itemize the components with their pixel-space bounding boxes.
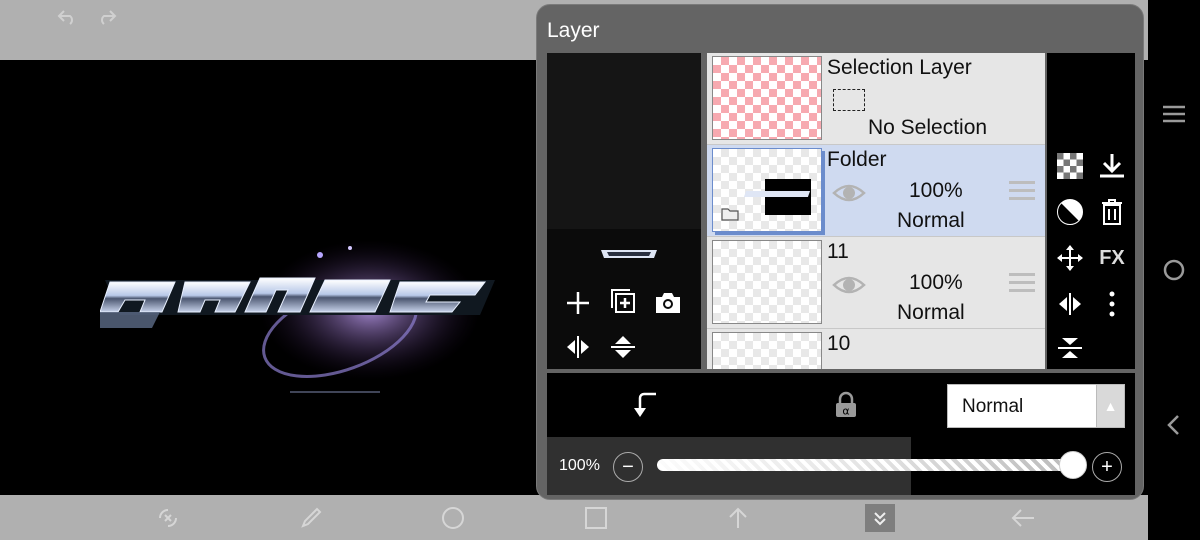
transform-icon[interactable] (153, 504, 183, 532)
redo-icon[interactable] (94, 8, 120, 30)
layer-preview-area (547, 53, 701, 369)
opacity-bar: 100% − + (547, 437, 1135, 495)
layer-panel: Layer Selection Layer No Selection Folde… (536, 4, 1144, 500)
layer-row-folder[interactable]: Folder 100% Normal (707, 145, 1045, 237)
flip-vertical-icon[interactable] (607, 331, 639, 363)
selection-status: No Selection (868, 116, 988, 139)
alpha-lock-icon[interactable]: α (829, 388, 863, 422)
layer-opacity: 100% (909, 179, 963, 202)
flip-icon[interactable] (1053, 287, 1087, 321)
increase-opacity-button[interactable]: + (1092, 452, 1122, 482)
svg-text:α: α (842, 405, 849, 418)
layer-thumbnail (712, 148, 822, 232)
visibility-eye-icon[interactable] (831, 181, 867, 205)
checker-icon[interactable] (1053, 149, 1087, 183)
arrow-up-icon[interactable] (723, 504, 753, 532)
trash-icon[interactable] (1095, 195, 1129, 229)
layer-blend-mode: Normal (897, 301, 965, 324)
mask-icon[interactable] (1053, 195, 1087, 229)
blend-mode-select[interactable]: Normal ▲ (947, 384, 1125, 428)
layer-opacity: 100% (909, 271, 963, 294)
collapse-icon[interactable] (865, 504, 895, 532)
opacity-slider-knob[interactable] (1059, 451, 1087, 479)
download-icon[interactable] (1095, 149, 1129, 183)
bottom-toolbar (0, 495, 1148, 540)
layer-name: 10 (827, 332, 851, 355)
blend-mode-value: Normal (962, 396, 1024, 417)
selection-marquee-icon (833, 89, 865, 111)
brush-icon[interactable] (296, 504, 326, 532)
square-icon[interactable] (581, 504, 611, 532)
layer-row-10[interactable]: 10 (707, 329, 1045, 369)
camera-icon[interactable] (652, 287, 684, 319)
drag-handle-icon[interactable] (1009, 181, 1035, 203)
opacity-value: 100% (559, 457, 600, 474)
layer-list[interactable]: Selection Layer No Selection Folder 100%… (707, 53, 1045, 369)
folder-thumb-logo (743, 191, 811, 197)
undo-icon[interactable] (54, 8, 80, 30)
layer-side-tools: FX (1047, 53, 1135, 369)
layer-thumbnail (712, 240, 822, 324)
circle-icon[interactable] (438, 504, 468, 532)
layer-thumbnail (712, 332, 822, 369)
back-arrow-icon[interactable] (1008, 504, 1038, 532)
fx-icon[interactable]: FX (1095, 241, 1129, 275)
layer-row-selection[interactable]: Selection Layer No Selection (707, 53, 1045, 145)
more-icon[interactable] (1095, 287, 1129, 321)
decrease-opacity-button[interactable]: − (613, 452, 643, 482)
drag-handle-icon[interactable] (1009, 273, 1035, 295)
layer-name: 11 (827, 240, 849, 263)
preview-thumbnail (601, 250, 657, 258)
add-layer-icon[interactable] (562, 287, 594, 319)
flip-horizontal-icon[interactable] (562, 331, 594, 363)
layer-blend-mode: Normal (897, 209, 965, 232)
layer-name: Folder (827, 148, 887, 171)
visibility-eye-icon[interactable] (831, 273, 867, 297)
duplicate-layer-icon[interactable] (607, 285, 639, 317)
merge-down-icon[interactable] (1053, 331, 1087, 365)
menu-icon[interactable] (1160, 100, 1188, 128)
folder-thumb-art (765, 179, 811, 215)
dropdown-arrow-icon[interactable]: ▲ (1096, 385, 1124, 427)
layer-row-11[interactable]: 11 100% Normal (707, 237, 1045, 329)
system-nav-bar (1148, 0, 1200, 540)
back-icon[interactable] (1160, 411, 1188, 439)
panel-title: Layer (547, 19, 600, 42)
home-circle-icon[interactable] (1160, 256, 1188, 284)
opacity-slider[interactable] (657, 459, 1073, 471)
clipping-icon[interactable] (630, 388, 664, 422)
move-icon[interactable] (1053, 241, 1087, 275)
folder-icon (721, 207, 739, 226)
preview-background (547, 53, 701, 229)
layer-thumbnail (712, 56, 822, 140)
layer-name: Selection Layer (827, 56, 972, 79)
blend-mode-bar: α Normal ▲ (547, 373, 1135, 437)
canvas-artwork (100, 240, 495, 393)
